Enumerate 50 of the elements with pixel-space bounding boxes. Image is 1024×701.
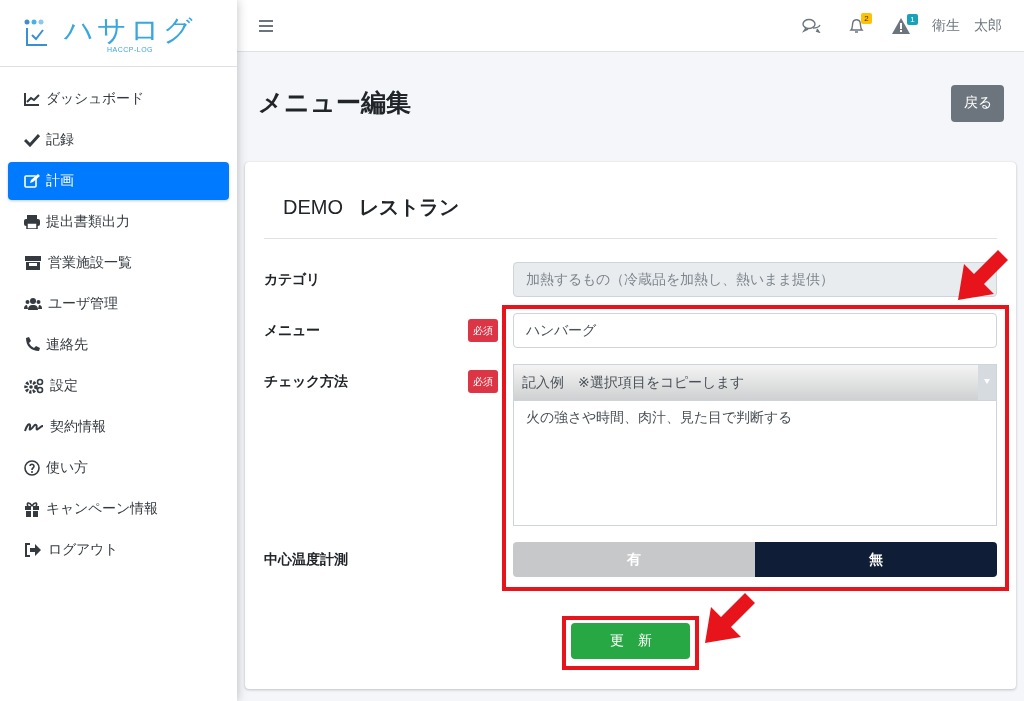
check-icon [24, 133, 40, 147]
required-badge: 必須 [468, 370, 498, 393]
field-label: 中心温度計測 [264, 550, 349, 569]
textarea-field[interactable]: 火の強さや時間、肉汁、見た目で判断する [513, 400, 997, 526]
logo-title: ハサログ [64, 13, 196, 46]
logout-icon [24, 543, 42, 557]
example-select[interactable]: 記入例 ※選択項目をコピーします [513, 364, 997, 400]
sidebar-item[interactable]: 計画 [8, 162, 229, 200]
back-button[interactable]: 戻る [951, 84, 1004, 122]
users-icon [24, 297, 42, 311]
gift-icon [24, 501, 40, 517]
sidebar-item[interactable]: 契約情報 [8, 408, 229, 446]
sidebar-item[interactable]: 連絡先 [8, 326, 229, 364]
signature-icon [24, 421, 44, 433]
sidebar-item[interactable]: キャンペーン情報 [8, 490, 229, 528]
sidebar-item[interactable]: ダッシュボード [8, 80, 229, 118]
field-label: メニュー [264, 321, 321, 340]
required-badge: 必須 [468, 319, 498, 342]
caret-icon [978, 365, 996, 400]
store-code: DEMO [283, 195, 343, 219]
edit-icon [24, 173, 40, 189]
sidebar-item[interactable]: ユーザ管理 [8, 285, 229, 323]
count-badge: 2 [861, 13, 872, 24]
chat-icon[interactable] [802, 18, 821, 33]
page-title: メニュー編集 [258, 86, 411, 118]
field-label: カテゴリ [264, 270, 321, 289]
sidebar-item[interactable]: 営業施設一覧 [8, 244, 229, 282]
text-field[interactable]: ハンバーグ [513, 313, 997, 348]
gears-icon [24, 378, 44, 394]
printer-icon [24, 215, 40, 229]
menu-icon[interactable] [259, 19, 273, 32]
phone-icon [24, 337, 40, 353]
sidebar-item[interactable]: 使い方 [8, 449, 229, 487]
arrow-icon [958, 250, 1008, 300]
store-icon [24, 256, 42, 270]
sidebar-item[interactable]: 記録 [8, 121, 229, 159]
chart-icon [24, 92, 40, 106]
count-badge: 1 [907, 13, 918, 25]
toggle-option[interactable]: 無 [755, 542, 997, 577]
sidebar-item[interactable]: ログアウト [8, 531, 229, 569]
warning-icon[interactable] [892, 17, 910, 34]
logo-icon [24, 19, 50, 47]
user-name[interactable]: 衛生 太郎 [932, 16, 1002, 35]
sidebar-item[interactable]: 設定 [8, 367, 229, 405]
sidebar-item[interactable]: 提出書類出力 [8, 203, 229, 241]
store-name: レストラン [359, 194, 459, 220]
field-label: チェック方法 [264, 372, 349, 391]
question-icon [24, 460, 40, 476]
bell-icon[interactable] [849, 17, 864, 34]
arrow-icon [705, 593, 755, 643]
